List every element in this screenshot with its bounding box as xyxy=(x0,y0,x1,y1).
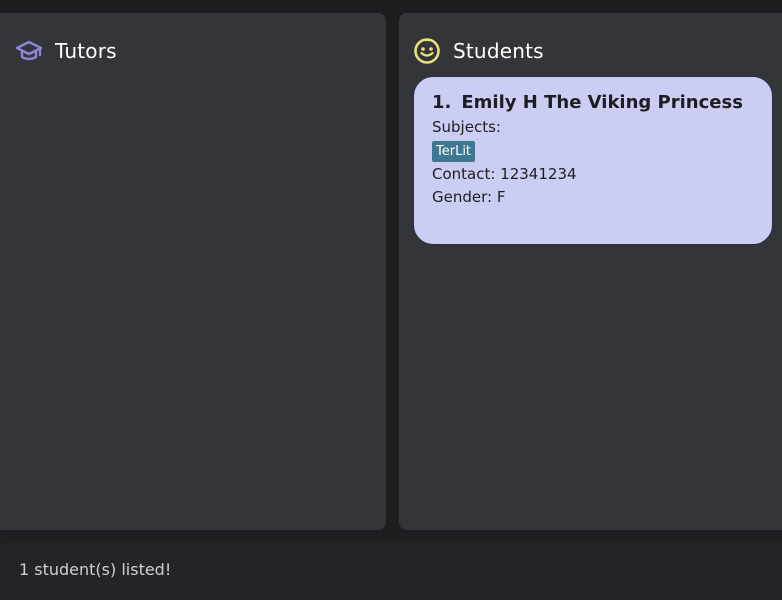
graduation-cap-icon xyxy=(15,37,43,65)
tutors-title: Tutors xyxy=(55,39,117,63)
student-name: Emily H The Viking Princess xyxy=(461,92,743,113)
subject-tag: TerLit xyxy=(432,141,476,162)
students-header: Students xyxy=(413,37,544,65)
students-panel: Students 1. Emily H The Viking Princess … xyxy=(399,13,782,530)
student-card[interactable]: 1. Emily H The Viking Princess Subjects:… xyxy=(413,76,773,245)
tutors-header: Tutors xyxy=(15,37,117,65)
status-bar: 1 student(s) listed! xyxy=(0,543,782,600)
student-contact: Contact: 12341234 xyxy=(432,165,577,183)
student-name-row: 1. Emily H The Viking Princess xyxy=(432,90,754,116)
subjects-label: Subjects: xyxy=(432,118,501,136)
status-message: 1 student(s) listed! xyxy=(19,560,172,579)
student-gender: Gender: F xyxy=(432,188,506,206)
subject-tags: TerLit xyxy=(432,139,754,163)
tutors-panel: Tutors xyxy=(0,13,386,530)
app-window: Tutors Students 1. Emily H The Viking Pr… xyxy=(0,0,782,600)
students-title: Students xyxy=(453,39,544,63)
student-index: 1. xyxy=(432,92,452,113)
smiley-face-icon xyxy=(413,37,441,65)
